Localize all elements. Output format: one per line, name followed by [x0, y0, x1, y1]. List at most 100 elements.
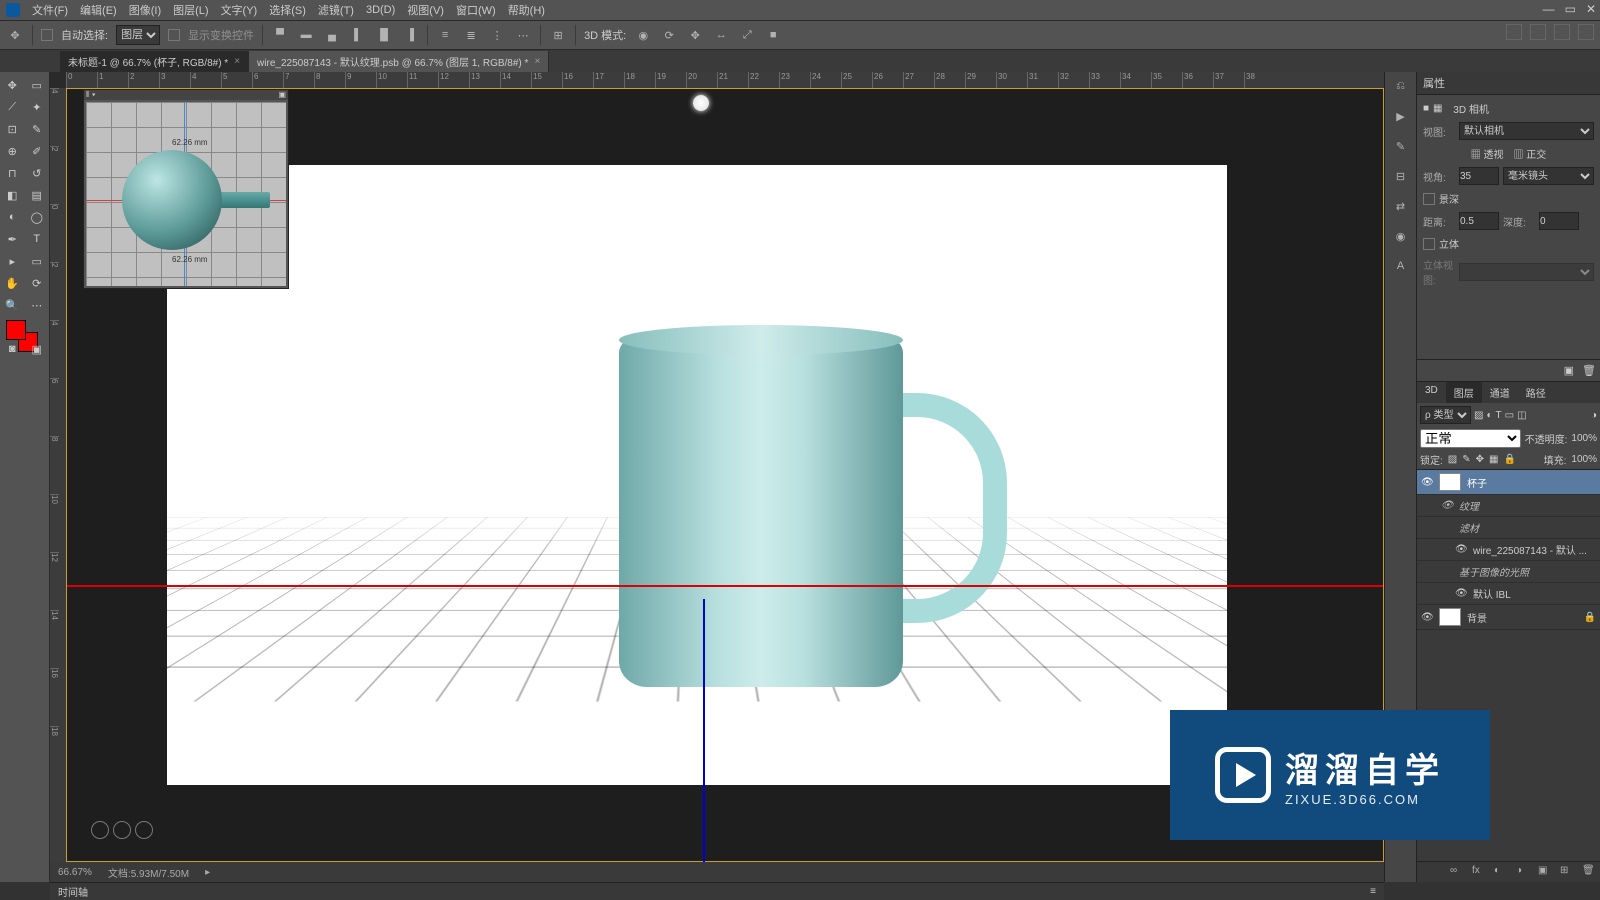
ruler-horizontal[interactable]: 0123456789101112131415161718192021222324…: [66, 72, 1384, 88]
layer-diffuse-header[interactable]: 滤材: [1417, 517, 1600, 539]
menu-3d[interactable]: 3D(D): [366, 4, 395, 16]
paragraph-panel-icon[interactable]: A: [1391, 256, 1411, 276]
dof-checkbox[interactable]: [1423, 193, 1435, 205]
status-more-icon[interactable]: ▸: [205, 867, 210, 878]
tab-3d[interactable]: 3D: [1417, 382, 1446, 403]
distribute-3-icon[interactable]: ⋮: [488, 26, 506, 44]
pan-widget-icon[interactable]: [113, 821, 131, 839]
align-vcenter-icon[interactable]: ▬: [297, 26, 315, 44]
maximize-icon[interactable]: ▭: [1565, 2, 1576, 16]
menu-filter[interactable]: 滤镜(T): [318, 2, 354, 18]
wand-tool[interactable]: ✦: [25, 96, 50, 118]
clone-panel-icon[interactable]: ⊟: [1391, 166, 1411, 186]
filter-type[interactable]: ρ 类型: [1420, 406, 1471, 424]
group-icon[interactable]: ▣: [1538, 865, 1552, 879]
filter-type-icon[interactable]: T: [1496, 410, 1502, 421]
view-select[interactable]: 默认相机: [1459, 122, 1594, 140]
menu-type[interactable]: 文字(Y): [221, 2, 258, 18]
menu-file[interactable]: 文件(F): [32, 2, 68, 18]
blur-tool[interactable]: ◐: [0, 206, 25, 228]
perspective-btn[interactable]: ▦ 透视: [1471, 146, 1504, 161]
auto-select-target[interactable]: 图层: [116, 25, 160, 45]
lock-nest-icon[interactable]: ▦: [1489, 454, 1498, 465]
orbit-widget-icon[interactable]: [91, 821, 109, 839]
show-transform-checkbox[interactable]: [168, 29, 180, 41]
filter-adjust-icon[interactable]: ◐: [1486, 410, 1492, 421]
distribute-2-icon[interactable]: ≣: [462, 26, 480, 44]
brush-tool[interactable]: ✐: [25, 140, 50, 162]
menu-select[interactable]: 选择(S): [269, 2, 306, 18]
heal-tool[interactable]: ⊕: [0, 140, 25, 162]
path-select-tool[interactable]: ▸: [0, 250, 25, 272]
lock-pixel-icon[interactable]: ✎: [1462, 454, 1470, 465]
fov-input[interactable]: [1459, 167, 1499, 185]
slide-icon[interactable]: ↔: [712, 26, 730, 44]
filter-pixel-icon[interactable]: ▨: [1474, 410, 1483, 421]
type-tool[interactable]: T: [25, 228, 50, 250]
tab-close-icon[interactable]: ×: [534, 56, 540, 67]
trash-icon[interactable]: 🗑: [1582, 364, 1596, 377]
menu-edit[interactable]: 编辑(E): [80, 2, 117, 18]
document-tab-1[interactable]: 未标题-1 @ 66.7% (杯子, RGB/8#) * ×: [60, 51, 249, 72]
stamp-tool[interactable]: ⊓: [0, 162, 25, 184]
menu-view[interactable]: 视图(V): [407, 2, 444, 18]
shape-tool[interactable]: ▭: [25, 250, 50, 272]
visibility-icon[interactable]: 👁: [1441, 500, 1453, 511]
secondary-view[interactable]: ⦀ ▾▣ 62.26 mm 62.26 mm: [83, 89, 289, 289]
ruler-vertical[interactable]: 42024681012141618: [50, 88, 66, 862]
lock-all-icon[interactable]: 🔒: [1503, 454, 1515, 465]
menu-image[interactable]: 图像(I): [129, 2, 161, 18]
visibility-icon[interactable]: 👁: [1421, 612, 1433, 623]
distribute-4-icon[interactable]: ⋯: [514, 26, 532, 44]
blend-mode[interactable]: 正常: [1420, 429, 1521, 448]
lock-trans-icon[interactable]: ▨: [1448, 454, 1457, 465]
filter-shape-icon[interactable]: ▭: [1505, 410, 1514, 421]
render-icon[interactable]: ▣: [1564, 364, 1574, 377]
eyedropper-tool[interactable]: ✎: [25, 118, 50, 140]
arrange-icon[interactable]: [1554, 24, 1570, 40]
fill-value[interactable]: 100%: [1571, 454, 1597, 465]
tab-layers[interactable]: 图层: [1446, 382, 1482, 403]
crop-tool[interactable]: ⊡: [0, 118, 25, 140]
layer-background[interactable]: 👁 背景 🔒: [1417, 605, 1600, 630]
tab-close-icon[interactable]: ×: [234, 56, 240, 67]
menu-window[interactable]: 窗口(W): [456, 2, 496, 18]
sv-close-icon[interactable]: ▣: [278, 90, 286, 100]
properties-panel-title[interactable]: 属性: [1417, 72, 1600, 95]
marquee-tool[interactable]: ▭: [25, 74, 50, 96]
layer-ibl-header[interactable]: 基于图像的光照: [1417, 561, 1600, 583]
timeline-menu-icon[interactable]: ≡: [1370, 886, 1376, 897]
zoom-value[interactable]: 66.67%: [58, 867, 92, 878]
depth-input[interactable]: [1539, 212, 1579, 230]
align-right-icon[interactable]: ▐: [401, 26, 419, 44]
brush-panel-icon[interactable]: ✎: [1391, 136, 1411, 156]
move-tool-icon[interactable]: ✥: [6, 26, 24, 44]
tab-paths[interactable]: 路径: [1518, 382, 1554, 403]
lasso-tool[interactable]: ⟋: [0, 96, 25, 118]
screenmode-tool[interactable]: ▣: [25, 338, 50, 360]
align-top-icon[interactable]: ▀: [271, 26, 289, 44]
lens-select[interactable]: 毫米镜头: [1503, 167, 1594, 185]
rotate-view-tool[interactable]: ⟳: [25, 272, 50, 294]
swatch-panel-icon[interactable]: ◉: [1391, 226, 1411, 246]
visibility-icon[interactable]: 👁: [1455, 544, 1467, 555]
history-brush-tool[interactable]: ↺: [25, 162, 50, 184]
zoom3d-icon[interactable]: ⤢: [738, 26, 756, 44]
timeline-panel[interactable]: 时间轴 ≡: [50, 882, 1384, 900]
history-panel-icon[interactable]: ⎌: [1391, 76, 1411, 96]
dolly-widget-icon[interactable]: [135, 821, 153, 839]
visibility-icon[interactable]: 👁: [1455, 588, 1467, 599]
distance-input[interactable]: [1459, 212, 1499, 230]
sv-handle-icon[interactable]: ⦀ ▾: [86, 90, 96, 100]
share-icon[interactable]: [1578, 24, 1594, 40]
tab-channels[interactable]: 通道: [1482, 382, 1518, 403]
distribute-1-icon[interactable]: ≡: [436, 26, 454, 44]
layer-cup[interactable]: 👁 杯子: [1417, 470, 1600, 495]
guide-horizontal[interactable]: [67, 585, 1383, 587]
layer-thumb[interactable]: [1439, 473, 1461, 491]
hand-tool[interactable]: ✋: [0, 272, 25, 294]
zoom-tool[interactable]: 🔍: [0, 294, 25, 316]
filter-toggle[interactable]: ◑: [1591, 410, 1597, 421]
adjust-icon[interactable]: ◑: [1516, 865, 1530, 879]
dodge-tool[interactable]: ◯: [25, 206, 50, 228]
